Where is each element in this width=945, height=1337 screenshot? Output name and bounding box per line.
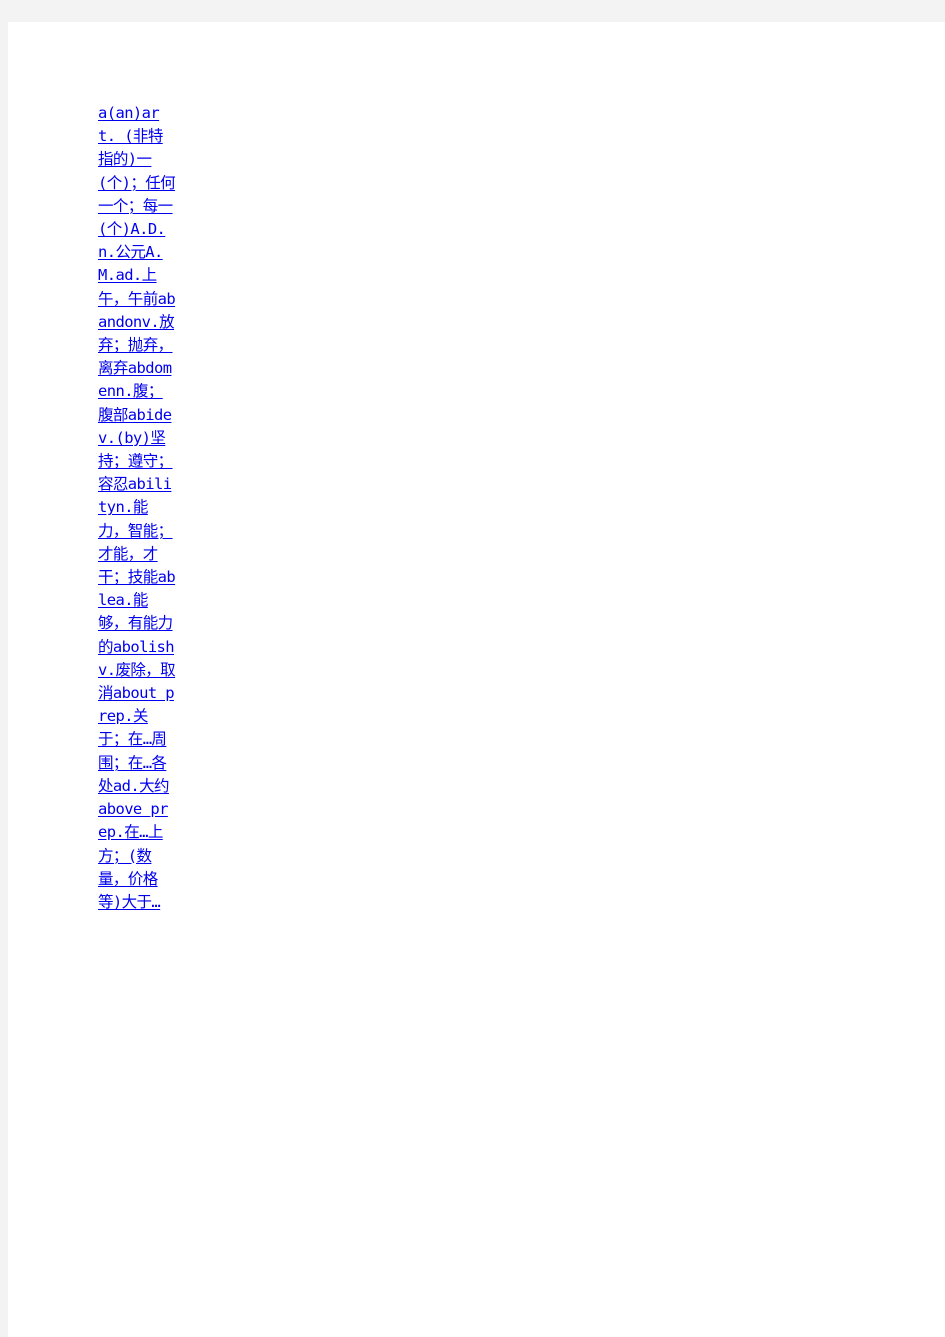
vocabulary-list: a(an)art. (非特指的)一(个)；任何一个；每一(个)A.D.n.公元A… bbox=[98, 102, 176, 914]
document-page: a(an)art. (非特指的)一(个)；任何一个；每一(个)A.D.n.公元A… bbox=[8, 22, 945, 1337]
vocabulary-link[interactable]: a(an)art. (非特指的)一(个)；任何一个；每一(个)A.D.n.公元A… bbox=[98, 104, 176, 911]
